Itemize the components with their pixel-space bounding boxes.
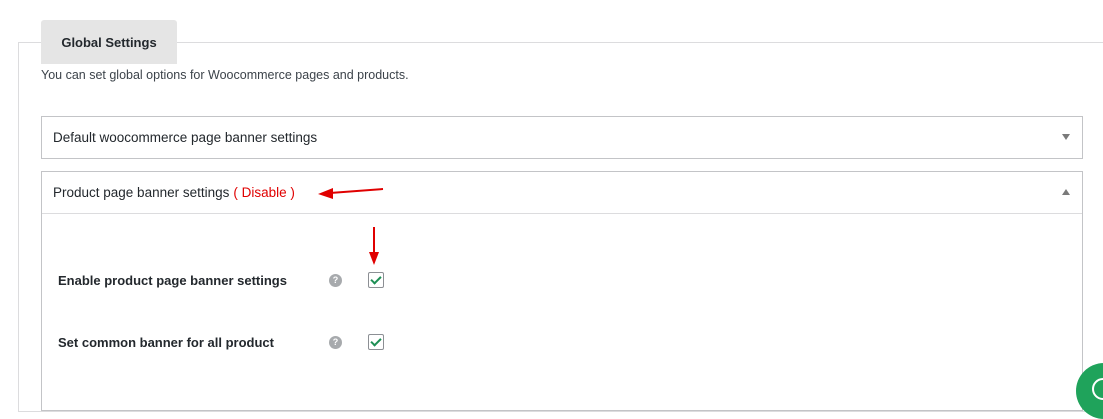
- tab-label: Global Settings: [61, 34, 157, 50]
- tab-global-settings[interactable]: Global Settings: [41, 20, 177, 64]
